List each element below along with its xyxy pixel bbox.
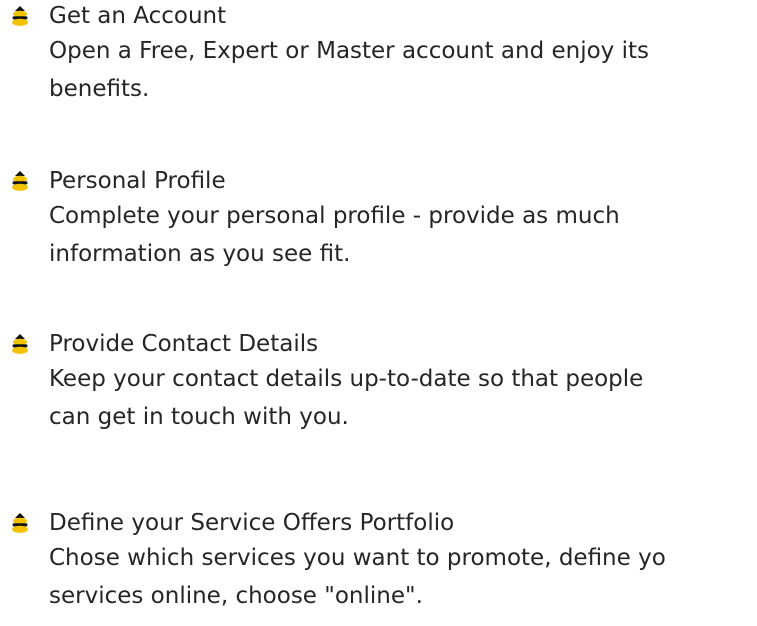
step-description-line: Chose which services you want to promote… (49, 545, 666, 571)
steps-list: Get an Account Open a Free, Expert or Ma… (0, 0, 757, 626)
step-description-line: Open a Free, Expert or Master account an… (49, 38, 649, 64)
step-description-line: can get in touch with you. (49, 404, 349, 430)
step-description-line: information as you see fit. (49, 241, 351, 267)
step-description-line: Keep your contact details up-to-date so … (49, 366, 644, 392)
step-title: Define your Service Offers Portfolio (49, 510, 455, 536)
step-description: Complete your personal profile - provide… (49, 197, 757, 273)
step-description: Open a Free, Expert or Master account an… (49, 32, 757, 108)
bee-bullet-icon (12, 334, 28, 354)
step-description: Chose which services you want to promote… (49, 539, 757, 615)
bee-bullet-icon (12, 6, 28, 26)
step-description-line: benefits. (49, 76, 150, 102)
step-title: Personal Profile (49, 168, 226, 194)
step-description-line: Complete your personal profile - provide… (49, 203, 620, 229)
step-title: Get an Account (49, 3, 227, 29)
bee-bullet-icon (12, 513, 28, 533)
bee-bullet-icon (12, 171, 28, 191)
step-description: Keep your contact details up-to-date so … (49, 360, 757, 436)
step-title: Provide Contact Details (49, 331, 319, 357)
step-description-line: services online, choose "online". (49, 583, 423, 609)
